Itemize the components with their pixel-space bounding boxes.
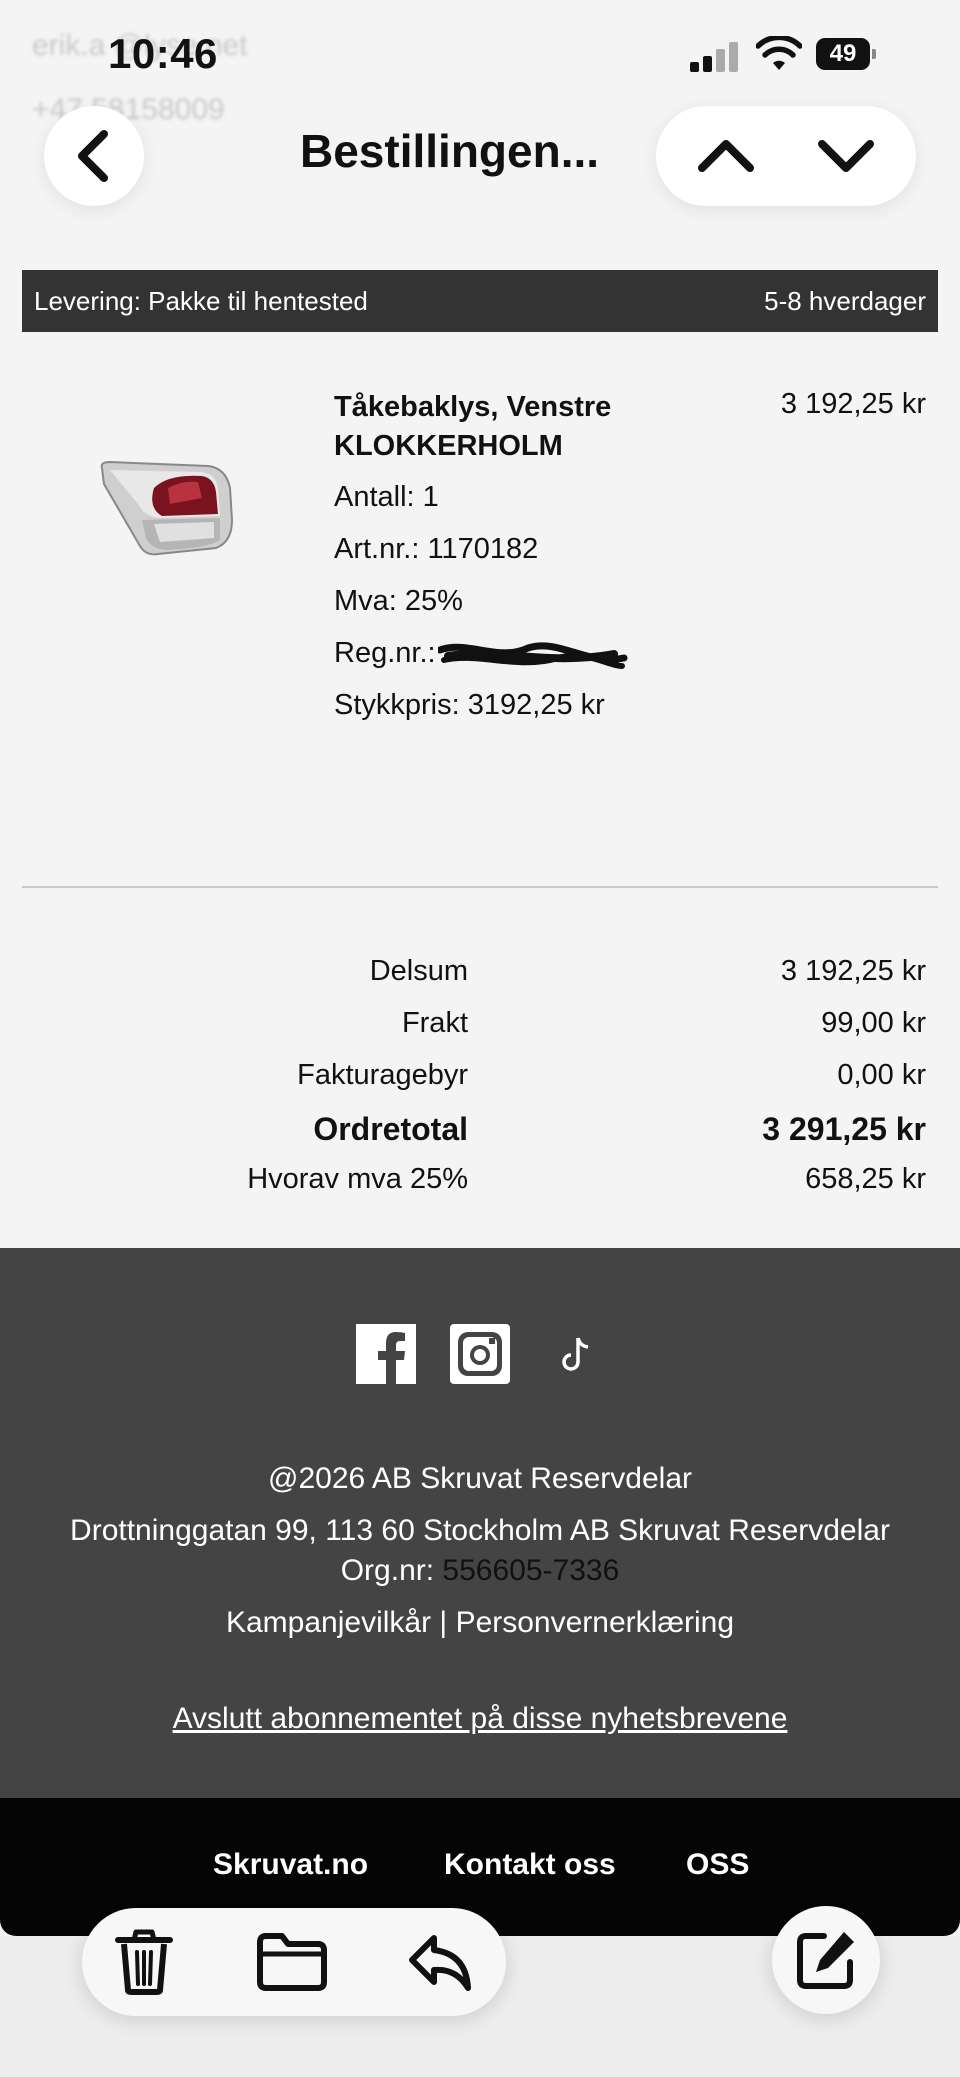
contact-link[interactable]: Kontakt oss [444,1848,616,1882]
compose-button[interactable] [772,1906,880,2014]
product-details: Tåkebaklys, Venstre KLOKKERHOLM Antall: … [334,388,634,738]
delete-button[interactable] [108,1926,180,1998]
back-button[interactable] [44,106,144,206]
totals-row-invoice-fee: Fakturagebyr 0,00 kr [0,1059,960,1111]
reg-nr-label: Reg.nr.: [334,637,436,669]
message-navigation [656,106,916,206]
instagram-icon[interactable] [450,1324,510,1384]
delivery-bar: Levering: Pakke til hentested 5-8 hverda… [22,270,938,332]
mail-toolbar [82,1908,506,2016]
delivery-time: 5-8 hverdager [764,285,926,316]
product-unit-price: Stykkpris: 3192,25 kr [334,689,605,721]
link-separator: | [439,1606,448,1639]
battery-icon: 49 [816,38,876,70]
redaction-scribble [438,642,628,669]
shipping-value: 99,00 kr [821,1007,926,1039]
copyright: @2026 AB Skruvat Reservdelar [268,1462,692,1495]
unsubscribe-link[interactable]: Avslutt abonnementet på disse nyhetsbrev… [0,1702,960,1736]
subtotal-value: 3 192,25 kr [780,955,926,987]
product-reg-nr: Reg.nr.: [334,634,634,673]
signal-icon [690,40,740,72]
totals-row-shipping: Frakt 99,00 kr [0,1007,960,1059]
social-links [356,1324,606,1386]
product-price: 3 192,25 kr [780,388,926,420]
subtotal-label: Delsum [369,955,468,987]
product-name[interactable]: Tåkebaklys, Venstre KLOKKERHOLM [334,388,634,466]
order-total-value: 3 291,25 kr [762,1111,926,1147]
footer-legal-links: Kampanjevilkår | Personvernerklæring [0,1606,960,1640]
tiktok-icon[interactable] [546,1324,606,1384]
email-footer: @2026 AB Skruvat Reservdelar Drottningga… [0,1248,960,1798]
status-time: 10:46 [108,30,218,77]
product-vat: Mva: 25% [334,585,463,617]
status-bar: 10:46 49 [0,0,960,110]
totals-row-order-total: Ordretotal 3 291,25 kr [0,1111,960,1163]
order-totals: Delsum 3 192,25 kr Frakt 99,00 kr Faktur… [0,955,960,1215]
trash-icon [115,1929,173,1995]
company-address: Drottninggatan 99, 113 60 Stockholm AB S… [70,1514,890,1547]
compose-icon [797,1932,854,1989]
chevron-up-icon [698,140,754,172]
folder-icon [257,1933,327,1991]
skruvat-link[interactable]: Skruvat.no [213,1848,368,1882]
battery-level: 49 [816,38,870,70]
invoice-fee-value: 0,00 kr [837,1059,926,1091]
order-total-label: Ordretotal [313,1111,468,1147]
product-art-nr: Art.nr.: 1170182 [334,533,539,565]
chevron-left-icon [78,130,108,182]
reply-icon [409,1935,471,1991]
move-to-folder-button[interactable] [256,1926,328,1998]
wifi-icon [756,36,802,70]
shipping-label: Frakt [401,1007,468,1039]
totals-row-vat: Hvorav mva 25% 658,25 kr [0,1163,960,1215]
product-image[interactable] [98,458,238,558]
facebook-icon[interactable] [356,1324,416,1384]
org-number[interactable]: 556605-7336 [442,1554,619,1587]
product-quantity: Antall: 1 [334,481,439,513]
next-message-button[interactable] [786,106,906,206]
previous-message-button[interactable] [666,106,786,206]
org-number-line: Org.nr: 556605-7336 [0,1554,960,1588]
vat-label: Hvorav mva 25% [247,1163,468,1195]
privacy-link[interactable]: Personvernerklæring [456,1606,734,1639]
reply-button[interactable] [404,1926,476,1998]
faq-link[interactable]: OSS [686,1848,749,1882]
divider [22,886,938,888]
delivery-method: Levering: Pakke til hentested [34,285,368,316]
invoice-fee-label: Fakturagebyr [297,1059,468,1091]
chevron-down-icon [818,140,874,172]
vat-value: 658,25 kr [805,1163,926,1195]
totals-row-subtotal: Delsum 3 192,25 kr [0,955,960,1007]
org-label: Org.nr: [340,1554,435,1587]
campaign-terms-link[interactable]: Kampanjevilkår [226,1606,431,1639]
page-title: Bestillingen... [300,125,600,177]
